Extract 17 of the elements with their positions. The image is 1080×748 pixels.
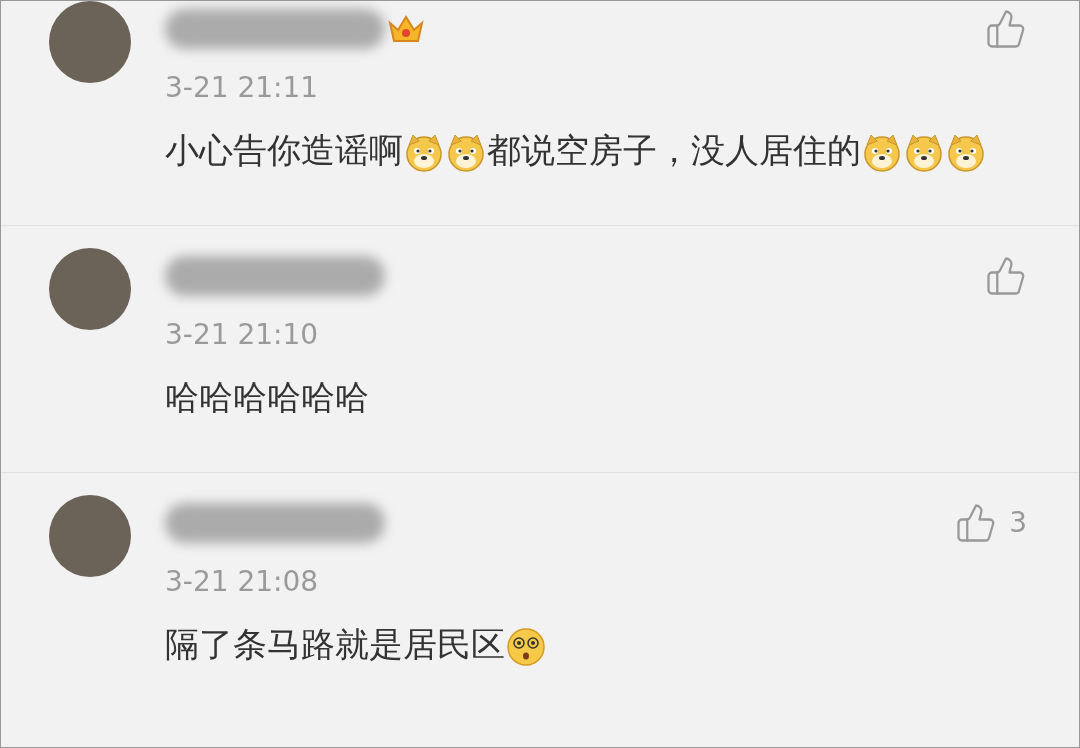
like-button[interactable] — [985, 255, 1027, 297]
dog-face-emoji-icon — [862, 132, 902, 173]
comment-text: 哈哈哈哈哈哈 — [165, 376, 370, 419]
dog-face-emoji-icon — [946, 132, 986, 173]
comment-time: 3-21 21:08 — [165, 565, 319, 599]
comment-text: 小心告你造谣啊 都说空房子，没人居住的 — [165, 125, 1027, 175]
comment-time: 3-21 21:10 — [165, 318, 319, 352]
dog-face-emoji-icon — [404, 132, 444, 173]
like-button[interactable] — [985, 8, 1027, 50]
dizzy-face-emoji-icon — [506, 626, 546, 667]
dog-face-emoji-icon — [446, 132, 486, 173]
comment-time: 3-21 21:11 — [165, 71, 319, 105]
like-button[interactable]: 3 — [955, 502, 1027, 544]
dog-face-emoji-icon — [904, 132, 944, 173]
thumbs-up-icon — [985, 255, 1027, 297]
comment-text: 隔了条马路就是居民区 — [165, 619, 1027, 669]
thumbs-up-icon — [985, 8, 1027, 50]
